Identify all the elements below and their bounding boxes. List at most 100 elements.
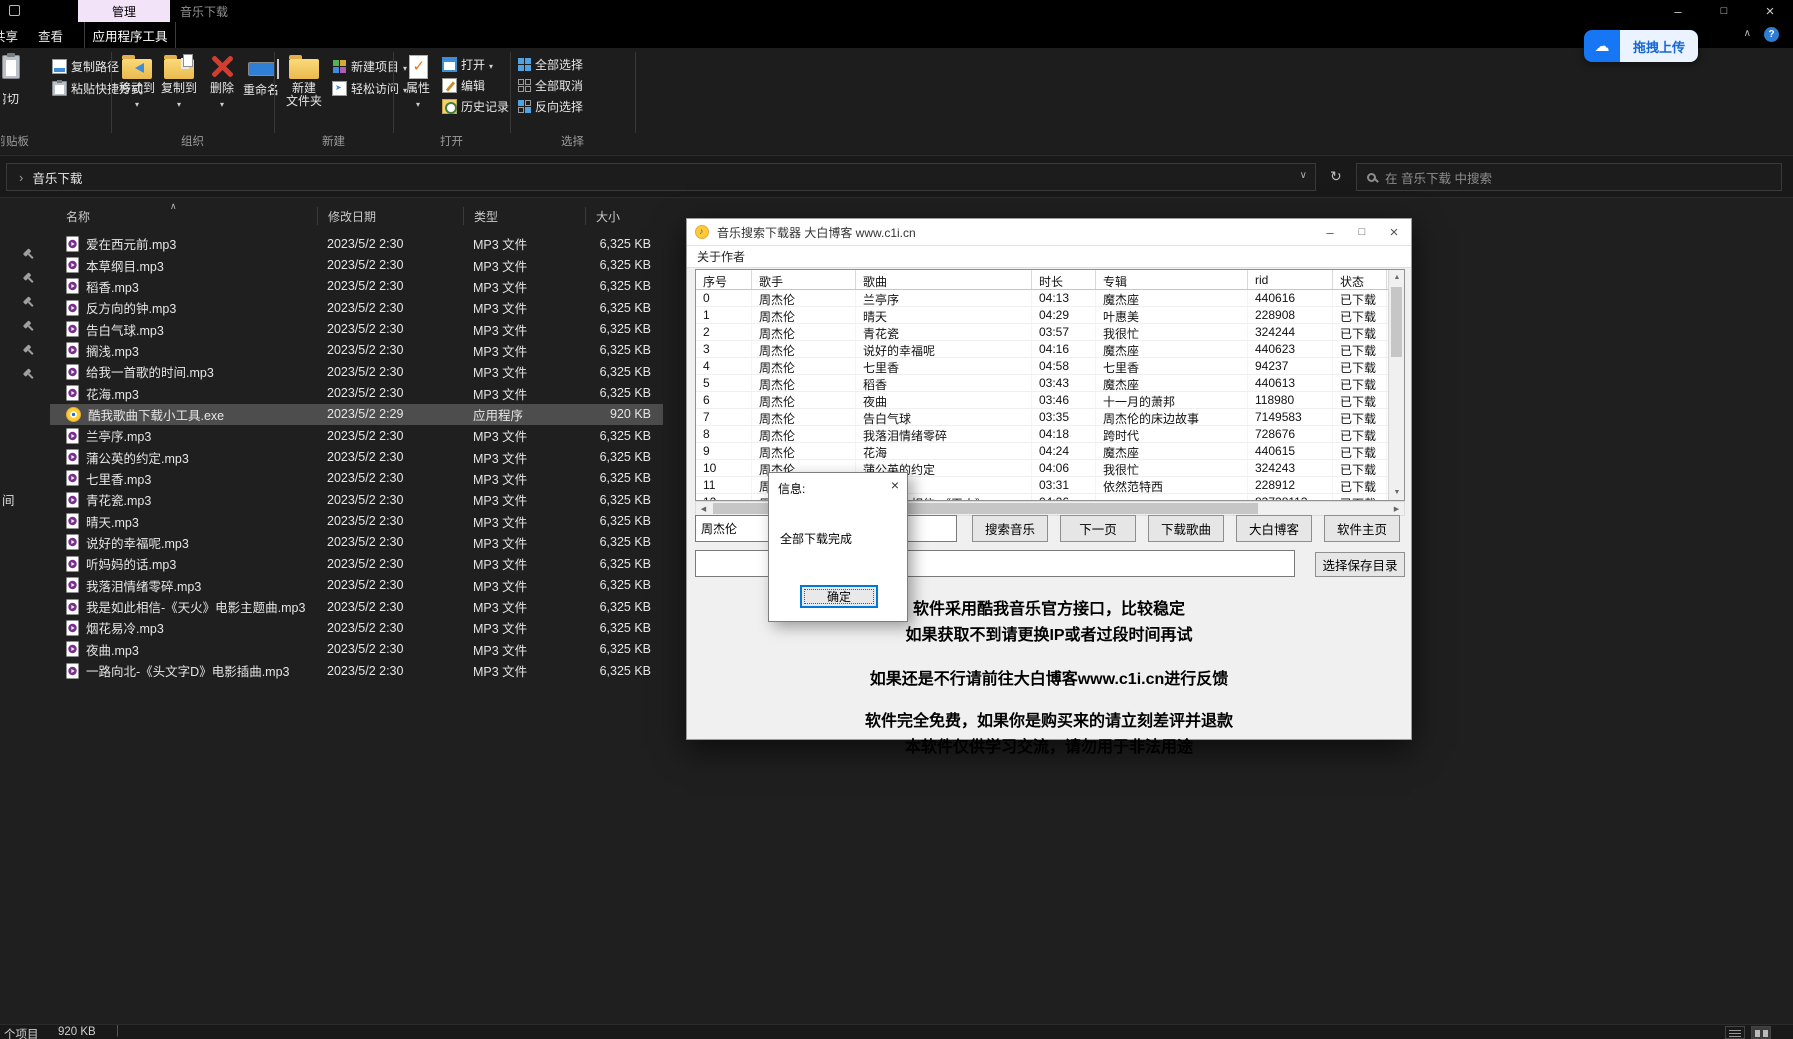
address-dropdown-icon[interactable] — [1300, 170, 1307, 181]
dialog-close-icon[interactable] — [891, 477, 899, 493]
address-input[interactable]: 音乐下载 — [6, 163, 1316, 191]
song-row[interactable]: 6 周杰伦 夜曲 03:46 十一月的萧邦 118980 已下载 — [696, 392, 1389, 409]
action-button[interactable]: 搜索音乐 — [972, 515, 1048, 542]
tab-app-tools[interactable]: 应用程序工具 — [84, 22, 176, 48]
tab-view[interactable]: 查看 — [38, 22, 63, 48]
quick-access-icon[interactable] — [9, 5, 20, 16]
edit-button[interactable]: 编辑 — [442, 77, 485, 94]
invert-selection-button[interactable]: 反向选择 — [518, 98, 583, 115]
copy-to-button[interactable]: 复制到 — [158, 52, 200, 110]
column-header-name[interactable]: 名称 — [50, 207, 317, 225]
file-row[interactable]: 我是如此相信-《天火》电影主题曲.mp3 2023/5/2 2:30 MP3 文… — [50, 596, 663, 617]
file-row[interactable]: 听妈妈的话.mp3 2023/5/2 2:30 MP3 文件 6,325 KB — [50, 553, 663, 574]
action-button[interactable]: 软件主页 — [1324, 515, 1400, 542]
details-view-icon[interactable] — [1725, 1026, 1745, 1039]
file-row[interactable]: 稻香.mp3 2023/5/2 2:30 MP3 文件 6,325 KB — [50, 276, 663, 297]
history-button[interactable]: 历史记录 — [442, 98, 509, 115]
downloader-close-button[interactable] — [1377, 219, 1411, 245]
menu-about-author[interactable]: 关于作者 — [687, 246, 1411, 268]
column-header-date[interactable]: 修改日期 — [317, 207, 463, 225]
file-date-cell: 2023/5/2 2:30 — [317, 514, 463, 528]
action-button[interactable]: 大白博客 — [1236, 515, 1312, 542]
song-row[interactable]: 9 周杰伦 花海 04:24 魔杰座 440615 已下载 — [696, 443, 1389, 460]
file-row[interactable]: 爱在西元前.mp3 2023/5/2 2:30 MP3 文件 6,325 KB — [50, 233, 663, 254]
song-row[interactable]: 5 周杰伦 稻香 03:43 魔杰座 440613 已下载 — [696, 375, 1389, 392]
delete-button[interactable]: 删除 — [204, 52, 240, 110]
easy-access-button[interactable]: 轻松访问 — [332, 80, 407, 97]
group-label-open: 打开 — [393, 132, 510, 150]
collapse-ribbon-icon[interactable] — [1744, 28, 1751, 39]
file-row[interactable]: 兰亭序.mp3 2023/5/2 2:30 MP3 文件 6,325 KB — [50, 425, 663, 446]
properties-button[interactable]: 属性 — [399, 52, 437, 110]
downloader-minimize-button[interactable] — [1313, 219, 1347, 245]
song-column-header[interactable]: 序号 — [696, 270, 752, 289]
file-size-cell: 6,325 KB — [585, 514, 663, 528]
file-row[interactable]: 告白气球.mp3 2023/5/2 2:30 MP3 文件 6,325 KB — [50, 318, 663, 339]
scroll-right-icon[interactable] — [1389, 502, 1404, 515]
file-row[interactable]: 搁浅.mp3 2023/5/2 2:30 MP3 文件 6,325 KB — [50, 340, 663, 361]
song-column-header[interactable]: 专辑 — [1096, 270, 1248, 289]
copy-path-button[interactable]: 复制路径 — [52, 58, 119, 75]
action-button[interactable]: 下载歌曲 — [1148, 515, 1224, 542]
file-row[interactable]: 夜曲.mp3 2023/5/2 2:30 MP3 文件 6,325 KB — [50, 639, 663, 660]
song-row[interactable]: 8 周杰伦 我落泪情绪零碎 04:18 跨时代 728676 已下载 — [696, 426, 1389, 443]
column-header-type[interactable]: 类型 — [463, 207, 585, 225]
file-row[interactable]: 本草纲目.mp3 2023/5/2 2:30 MP3 文件 6,325 KB — [50, 254, 663, 275]
song-column-header[interactable]: 时长 — [1032, 270, 1096, 289]
choose-save-directory-button[interactable]: 选择保存目录 — [1315, 552, 1405, 577]
new-folder-button[interactable]: 新建文件夹 — [280, 52, 328, 108]
song-column-header[interactable]: 状态 — [1333, 270, 1387, 289]
file-row[interactable]: 青花瓷.mp3 2023/5/2 2:30 MP3 文件 6,325 KB — [50, 489, 663, 510]
song-title-cell: 我落泪情绪零碎 — [856, 426, 1032, 442]
help-icon[interactable] — [1764, 27, 1779, 42]
select-none-button[interactable]: 全部取消 — [518, 77, 583, 94]
file-row[interactable]: 给我一首歌的时间.mp3 2023/5/2 2:30 MP3 文件 6,325 … — [50, 361, 663, 382]
thumbnail-view-icon[interactable] — [1751, 1026, 1771, 1039]
file-row[interactable]: 一路向北-《头文字D》电影插曲.mp3 2023/5/2 2:30 MP3 文件… — [50, 660, 663, 681]
song-row[interactable]: 0 周杰伦 兰亭序 04:13 魔杰座 440616 已下载 — [696, 290, 1389, 307]
downloader-maximize-button[interactable] — [1345, 219, 1379, 245]
drag-upload-button[interactable]: 拖拽上传 — [1584, 30, 1698, 62]
rename-button[interactable]: 重命名 — [240, 52, 282, 97]
file-row[interactable]: 烟花易冷.mp3 2023/5/2 2:30 MP3 文件 6,325 KB — [50, 617, 663, 638]
table-vertical-scrollbar[interactable] — [1388, 270, 1404, 500]
file-row[interactable]: 反方向的钟.mp3 2023/5/2 2:30 MP3 文件 6,325 KB — [50, 297, 663, 318]
song-column-header[interactable]: rid — [1248, 270, 1333, 289]
paste-button[interactable]: 剪切 — [0, 52, 28, 106]
song-row[interactable]: 1 周杰伦 晴天 04:29 叶惠美 228908 已下载 — [696, 307, 1389, 324]
file-row[interactable]: 七里香.mp3 2023/5/2 2:30 MP3 文件 6,325 KB — [50, 468, 663, 489]
song-row[interactable]: 7 周杰伦 告白气球 03:35 周杰伦的床边故事 7149583 已下载 — [696, 409, 1389, 426]
song-column-header[interactable]: 歌手 — [752, 270, 856, 289]
refresh-icon[interactable] — [1330, 169, 1342, 183]
tab-share[interactable]: 共享 — [0, 22, 18, 48]
song-index-cell: 4 — [696, 358, 752, 374]
select-all-button[interactable]: 全部选择 — [518, 56, 583, 73]
column-header-size[interactable]: 大小 — [585, 207, 663, 225]
scrollbar-thumb[interactable] — [1391, 287, 1402, 357]
tab-manage[interactable]: 管理 — [78, 0, 170, 22]
song-row[interactable]: 4 周杰伦 七里香 04:58 七里香 94237 已下载 — [696, 358, 1389, 375]
file-row[interactable]: 我落泪情绪零碎.mp3 2023/5/2 2:30 MP3 文件 6,325 K… — [50, 575, 663, 596]
open-button[interactable]: 打开 — [442, 56, 493, 73]
scroll-left-icon[interactable] — [696, 502, 711, 515]
maximize-button[interactable] — [1701, 0, 1747, 22]
file-row[interactable]: 花海.mp3 2023/5/2 2:30 MP3 文件 6,325 KB — [50, 382, 663, 403]
song-row[interactable]: 2 周杰伦 青花瓷 03:57 我很忙 324244 已下载 — [696, 324, 1389, 341]
song-column-header[interactable]: 歌曲 — [856, 270, 1032, 289]
file-row[interactable]: 酷我歌曲下载小工具.exe 2023/5/2 2:29 应用程序 920 KB — [50, 404, 663, 425]
scroll-down-icon[interactable] — [1389, 485, 1405, 500]
minimize-button[interactable] — [1655, 0, 1701, 22]
move-to-button[interactable]: 移动到 — [116, 52, 158, 110]
file-size-cell: 6,325 KB — [585, 600, 663, 614]
nav-item-fragment[interactable]: 间 — [2, 490, 15, 509]
search-input[interactable]: 在 音乐下载 中搜索 — [1356, 163, 1782, 191]
new-item-button[interactable]: 新建项目 — [332, 58, 407, 75]
file-row[interactable]: 说好的幸福呢.mp3 2023/5/2 2:30 MP3 文件 6,325 KB — [50, 532, 663, 553]
file-row[interactable]: 蒲公英的约定.mp3 2023/5/2 2:30 MP3 文件 6,325 KB — [50, 446, 663, 467]
close-button[interactable] — [1747, 0, 1793, 22]
dialog-ok-button[interactable]: 确定 — [800, 585, 878, 608]
scroll-up-icon[interactable] — [1389, 270, 1405, 285]
file-row[interactable]: 晴天.mp3 2023/5/2 2:30 MP3 文件 6,325 KB — [50, 510, 663, 531]
song-row[interactable]: 3 周杰伦 说好的幸福呢 04:16 魔杰座 440623 已下载 — [696, 341, 1389, 358]
action-button[interactable]: 下一页 — [1060, 515, 1136, 542]
